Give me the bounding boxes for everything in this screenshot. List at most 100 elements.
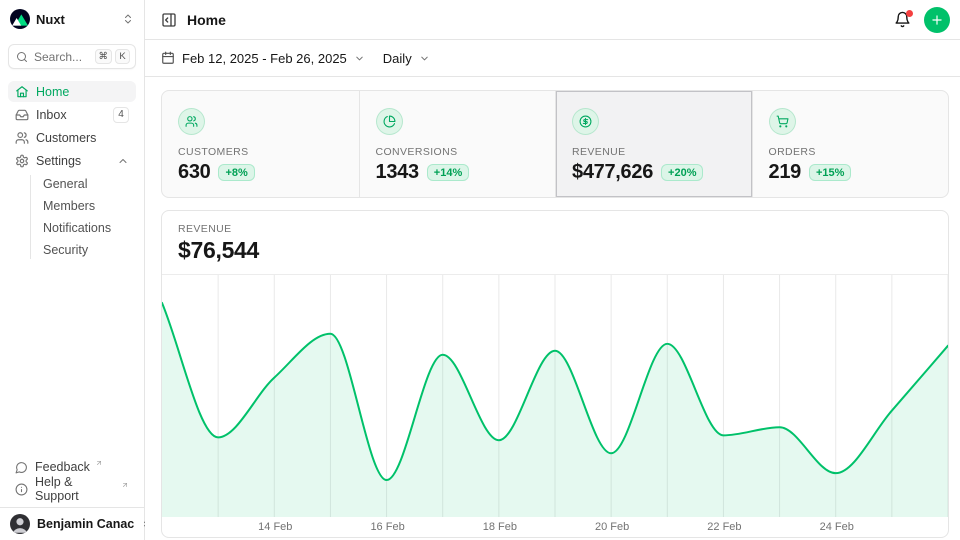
stat-icon-wrap <box>769 108 796 135</box>
chart-canvas <box>162 275 948 517</box>
date-range-picker[interactable]: Feb 12, 2025 - Feb 26, 2025 <box>161 51 365 66</box>
sidebar-item-label: Settings <box>36 154 81 168</box>
nuxt-logo-icon <box>10 9 30 29</box>
revenue-area-chart[interactable] <box>162 274 948 517</box>
workspace-name: Nuxt <box>36 12 65 27</box>
x-tick-label: 14 Feb <box>258 521 292 533</box>
sidebar-item-label: Inbox <box>36 108 67 122</box>
inbox-count-badge: 4 <box>113 107 129 123</box>
add-button[interactable] <box>924 7 950 33</box>
stat-icon-wrap <box>376 108 403 135</box>
date-range-label: Feb 12, 2025 - Feb 26, 2025 <box>182 51 347 66</box>
stat-value-row: $477,626+20% <box>572 161 736 184</box>
sidebar-subitem-label: General <box>43 177 87 191</box>
search-icon <box>16 51 28 63</box>
inbox-icon <box>15 108 29 122</box>
stats-row: CUSTOMERS 630 +8% CONVERSIONS 1343 +14% REVENU… <box>161 90 949 198</box>
pie-chart-icon <box>383 115 396 128</box>
sidebar-item-customers[interactable]: Customers <box>8 127 136 148</box>
workspace-switcher[interactable]: Nuxt <box>0 0 144 29</box>
notification-dot <box>906 10 913 17</box>
message-circle-icon <box>15 461 28 474</box>
gear-icon <box>15 154 29 168</box>
notifications-button[interactable] <box>894 11 911 28</box>
stat-label: CONVERSIONS <box>376 146 540 158</box>
stat-value: $477,626 <box>572 161 653 184</box>
user-name: Benjamin Canac <box>37 517 134 531</box>
stat-value-row: 1343 +14% <box>376 161 540 184</box>
sidebar-subitem-label: Members <box>43 199 95 213</box>
sidebar-item-settings[interactable]: Settings <box>8 150 136 171</box>
chart-metric-value: $76,544 <box>178 237 932 264</box>
sidebar-spacer <box>0 263 144 456</box>
sidebar: Nuxt Search... ⌘ K Home Inbox 4 Customers Se… <box>0 0 145 540</box>
sidebar-item-label: Home <box>36 85 69 99</box>
revenue-chart-card: REVENUE $76,544 14 Feb16 Feb18 Feb20 Feb… <box>161 210 949 538</box>
chevron-down-icon <box>354 53 365 64</box>
stat-card-customers[interactable]: CUSTOMERS 630 +8% <box>162 91 359 197</box>
users-icon <box>15 131 29 145</box>
users-icon <box>185 115 198 128</box>
sidebar-subitem-security[interactable]: Security <box>8 239 136 261</box>
calendar-icon <box>161 51 175 65</box>
sidebar-subitem-notifications[interactable]: Notifications <box>8 217 136 239</box>
filter-toolbar: Feb 12, 2025 - Feb 26, 2025 Daily <box>145 40 960 77</box>
sidebar-nav: Home Inbox 4 Customers Settings General Member… <box>0 81 144 263</box>
period-select[interactable]: Daily <box>383 51 430 66</box>
stat-value: 1343 <box>376 161 419 184</box>
sidebar-link-help-support[interactable]: Help & Support <box>8 478 136 500</box>
stat-label: REVENUE <box>572 146 736 158</box>
arrow-up-right <box>95 459 103 467</box>
chart-metric-label: REVENUE <box>178 223 932 235</box>
stat-value-row: 219 +15% <box>769 161 933 184</box>
sidebar-footer-links: FeedbackHelp & Support <box>0 456 144 507</box>
kbd-k: K <box>115 49 130 64</box>
stat-value: 219 <box>769 161 801 184</box>
chart-x-axis: 14 Feb16 Feb18 Feb20 Feb22 Feb24 Feb <box>162 517 948 538</box>
app-window: Nuxt Search... ⌘ K Home Inbox 4 Customers Se… <box>0 0 960 540</box>
stat-card-orders[interactable]: ORDERS219+15% <box>752 91 949 197</box>
stat-card-conversions[interactable]: CONVERSIONS 1343 +14% <box>359 91 556 197</box>
stat-value: 630 <box>178 161 210 184</box>
stat-label: CUSTOMERS <box>178 146 343 158</box>
search-shortcut: ⌘ K <box>95 49 131 64</box>
sidebar-link-label: Feedback <box>35 460 90 474</box>
sidebar-subitem-members[interactable]: Members <box>8 195 136 217</box>
dollar-circle-icon <box>579 115 592 128</box>
stat-value-row: 630 +8% <box>178 161 343 184</box>
sidebar-subitem-label: Security <box>43 243 88 257</box>
chevron-down-icon <box>419 53 430 64</box>
main-area: Home Feb 12, 2025 - Feb 26, 2025 Daily <box>145 0 960 540</box>
sidebar-item-label: Customers <box>36 131 96 145</box>
page-content: CUSTOMERS 630 +8% CONVERSIONS 1343 +14% REVENU… <box>145 77 960 540</box>
info-icon <box>15 483 28 496</box>
kbd-cmd: ⌘ <box>95 49 113 64</box>
stat-card-revenue[interactable]: REVENUE $477,626+20% <box>555 91 752 197</box>
stat-icon-wrap <box>572 108 599 135</box>
sidebar-item-home[interactable]: Home <box>8 81 136 102</box>
sidebar-item-inbox[interactable]: Inbox 4 <box>8 104 136 125</box>
x-tick-label: 18 Feb <box>483 521 517 533</box>
sidebar-link-label: Help & Support <box>35 475 116 503</box>
stat-icon-wrap <box>178 108 205 135</box>
chevron-up <box>117 155 129 167</box>
search-placeholder: Search... <box>34 50 82 64</box>
x-tick-label: 16 Feb <box>370 521 404 533</box>
x-tick-label: 24 Feb <box>820 521 854 533</box>
stat-change-badge: +8% <box>218 164 254 181</box>
stat-change-badge: +15% <box>809 164 851 181</box>
plus-icon <box>930 13 944 27</box>
cart-icon <box>776 115 789 128</box>
sidebar-subitem-label: Notifications <box>43 221 111 235</box>
stat-change-badge: +14% <box>427 164 469 181</box>
user-menu[interactable]: Benjamin Canac <box>0 507 144 540</box>
chevrons-up-down-icon <box>122 13 134 25</box>
avatar <box>10 514 30 534</box>
search-input[interactable]: Search... ⌘ K <box>8 44 136 69</box>
collapse-sidebar-icon[interactable] <box>161 12 177 28</box>
chart-header: REVENUE $76,544 <box>162 211 948 274</box>
sidebar-subitem-general[interactable]: General <box>8 173 136 195</box>
home-icon <box>15 85 29 99</box>
sidebar-sublist-settings: General Members Notifications Security <box>8 173 136 261</box>
arrow-up-right <box>121 481 129 489</box>
